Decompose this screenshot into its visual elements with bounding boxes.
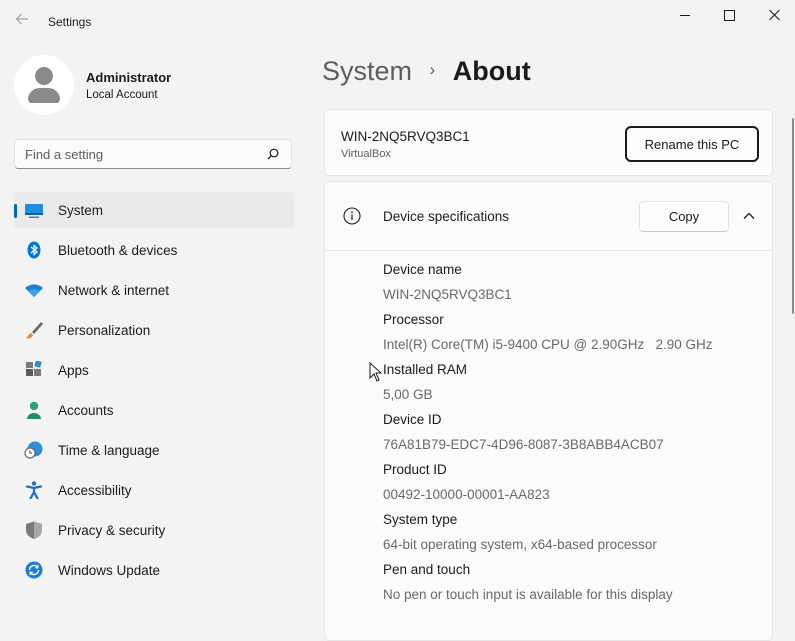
spec-label: Installed RAM bbox=[383, 362, 468, 377]
sidebar-item-personalization[interactable]: Personalization bbox=[14, 312, 294, 348]
system-icon bbox=[25, 204, 43, 218]
sidebar-item-label: Network & internet bbox=[58, 282, 170, 298]
update-icon bbox=[25, 561, 43, 579]
maximize-button[interactable] bbox=[706, 0, 752, 30]
spec-row-pen-touch: Pen and touch No pen or touch input is a… bbox=[383, 559, 713, 609]
spec-value: 00492-10000-00001-AA823 bbox=[383, 487, 550, 502]
sidebar-nav: System Bluetooth & devices Network & int… bbox=[14, 192, 294, 592]
pc-model: VirtualBox bbox=[341, 148, 391, 160]
spec-value: No pen or touch input is available for t… bbox=[383, 587, 673, 602]
spec-value: 76A81B79-EDC7-4D96-8087-3B8ABB4ACB07 bbox=[383, 437, 664, 452]
copy-button[interactable]: Copy bbox=[639, 201, 729, 232]
avatar-head bbox=[35, 67, 53, 85]
pc-name-card: WIN-2NQ5RVQ3BC1 VirtualBox Rename this P… bbox=[324, 109, 773, 176]
sidebar-item-label: Accessibility bbox=[58, 482, 132, 498]
device-specifications-header[interactable]: Device specifications Copy bbox=[325, 182, 772, 251]
user-name: Administrator bbox=[86, 70, 172, 85]
sidebar-item-windows-update[interactable]: Windows Update bbox=[14, 552, 294, 588]
apps-icon bbox=[26, 361, 42, 376]
bluetooth-icon bbox=[27, 241, 41, 259]
spec-value: 5,00 GB bbox=[383, 387, 433, 402]
breadcrumb-parent[interactable]: System bbox=[322, 56, 412, 86]
spec-row-product-id: Product ID 00492-10000-00001-AA823 bbox=[383, 459, 713, 509]
device-specifications-card: Device specifications Copy Device name W… bbox=[324, 181, 773, 641]
sidebar-item-label: Time & language bbox=[58, 442, 160, 458]
back-button[interactable] bbox=[10, 12, 34, 32]
search-icon bbox=[267, 148, 279, 160]
sidebar-item-privacy-security[interactable]: Privacy & security bbox=[14, 512, 294, 548]
title-bar: Settings bbox=[0, 0, 795, 44]
close-icon bbox=[769, 9, 781, 21]
minimize-icon bbox=[680, 14, 690, 16]
spec-row-device-name: Device name WIN-2NQ5RVQ3BC1 bbox=[383, 259, 713, 309]
spec-label: Processor bbox=[383, 312, 444, 327]
sidebar-item-label: Apps bbox=[58, 362, 89, 378]
accessibility-icon bbox=[25, 481, 43, 499]
minimize-button[interactable] bbox=[662, 0, 708, 30]
shield-icon bbox=[26, 521, 42, 539]
spec-label: System type bbox=[383, 512, 458, 527]
brush-icon bbox=[26, 322, 43, 339]
globe-clock-icon bbox=[24, 441, 43, 459]
wifi-icon bbox=[25, 284, 43, 297]
sidebar-item-label: Privacy & security bbox=[58, 522, 166, 538]
breadcrumb: System › About bbox=[322, 56, 531, 87]
sidebar-item-system[interactable]: System bbox=[14, 192, 294, 228]
scrollbar[interactable] bbox=[792, 118, 794, 314]
back-arrow-icon bbox=[15, 13, 28, 25]
maximize-icon bbox=[723, 9, 735, 21]
sidebar-item-accessibility[interactable]: Accessibility bbox=[14, 472, 294, 508]
spec-label: Product ID bbox=[383, 462, 447, 477]
spec-label: Pen and touch bbox=[383, 562, 471, 577]
spec-row-processor: Processor Intel(R) Core(TM) i5-9400 CPU … bbox=[383, 309, 713, 359]
window-title: Settings bbox=[48, 15, 92, 29]
spec-value: 64-bit operating system, x64-based proce… bbox=[383, 537, 657, 552]
spec-row-device-id: Device ID 76A81B79-EDC7-4D96-8087-3B8ABB… bbox=[383, 409, 713, 459]
sidebar-item-label: System bbox=[58, 202, 104, 218]
spec-value: WIN-2NQ5RVQ3BC1 bbox=[383, 287, 512, 302]
sidebar-item-bluetooth[interactable]: Bluetooth & devices bbox=[14, 232, 294, 268]
close-button[interactable] bbox=[752, 0, 795, 30]
sidebar-item-label: Windows Update bbox=[58, 562, 161, 578]
sidebar-item-label: Personalization bbox=[58, 322, 151, 338]
search-input[interactable] bbox=[25, 144, 255, 164]
spec-value: Intel(R) Core(TM) i5-9400 CPU @ 2.90GHz … bbox=[383, 337, 713, 352]
avatar-body bbox=[28, 88, 60, 103]
spec-row-system-type: System type 64-bit operating system, x64… bbox=[383, 509, 713, 559]
device-specifications-title: Device specifications bbox=[383, 209, 510, 224]
rename-pc-button[interactable]: Rename this PC bbox=[625, 126, 759, 162]
search-box[interactable] bbox=[14, 139, 292, 169]
sidebar-item-apps[interactable]: Apps bbox=[14, 352, 294, 388]
person-icon bbox=[27, 401, 41, 419]
mouse-cursor-icon bbox=[369, 362, 383, 382]
sidebar-item-network[interactable]: Network & internet bbox=[14, 272, 294, 308]
chevron-up-icon[interactable] bbox=[739, 206, 759, 226]
avatar[interactable] bbox=[14, 55, 74, 115]
sidebar-item-label: Accounts bbox=[58, 402, 114, 418]
spec-label: Device name bbox=[383, 262, 462, 277]
sidebar-item-label: Bluetooth & devices bbox=[58, 242, 178, 258]
account-type: Local Account bbox=[86, 89, 158, 101]
chevron-right-icon: › bbox=[429, 60, 436, 79]
page-title: About bbox=[452, 56, 531, 86]
spec-label: Device ID bbox=[383, 412, 442, 427]
spec-list: Device name WIN-2NQ5RVQ3BC1 Processor In… bbox=[383, 259, 713, 609]
pc-name: WIN-2NQ5RVQ3BC1 bbox=[341, 129, 470, 144]
sidebar-item-accounts[interactable]: Accounts bbox=[14, 392, 294, 428]
sidebar-item-time-language[interactable]: Time & language bbox=[14, 432, 294, 468]
info-icon bbox=[343, 207, 361, 225]
spec-row-installed-ram: Installed RAM 5,00 GB bbox=[383, 359, 713, 409]
